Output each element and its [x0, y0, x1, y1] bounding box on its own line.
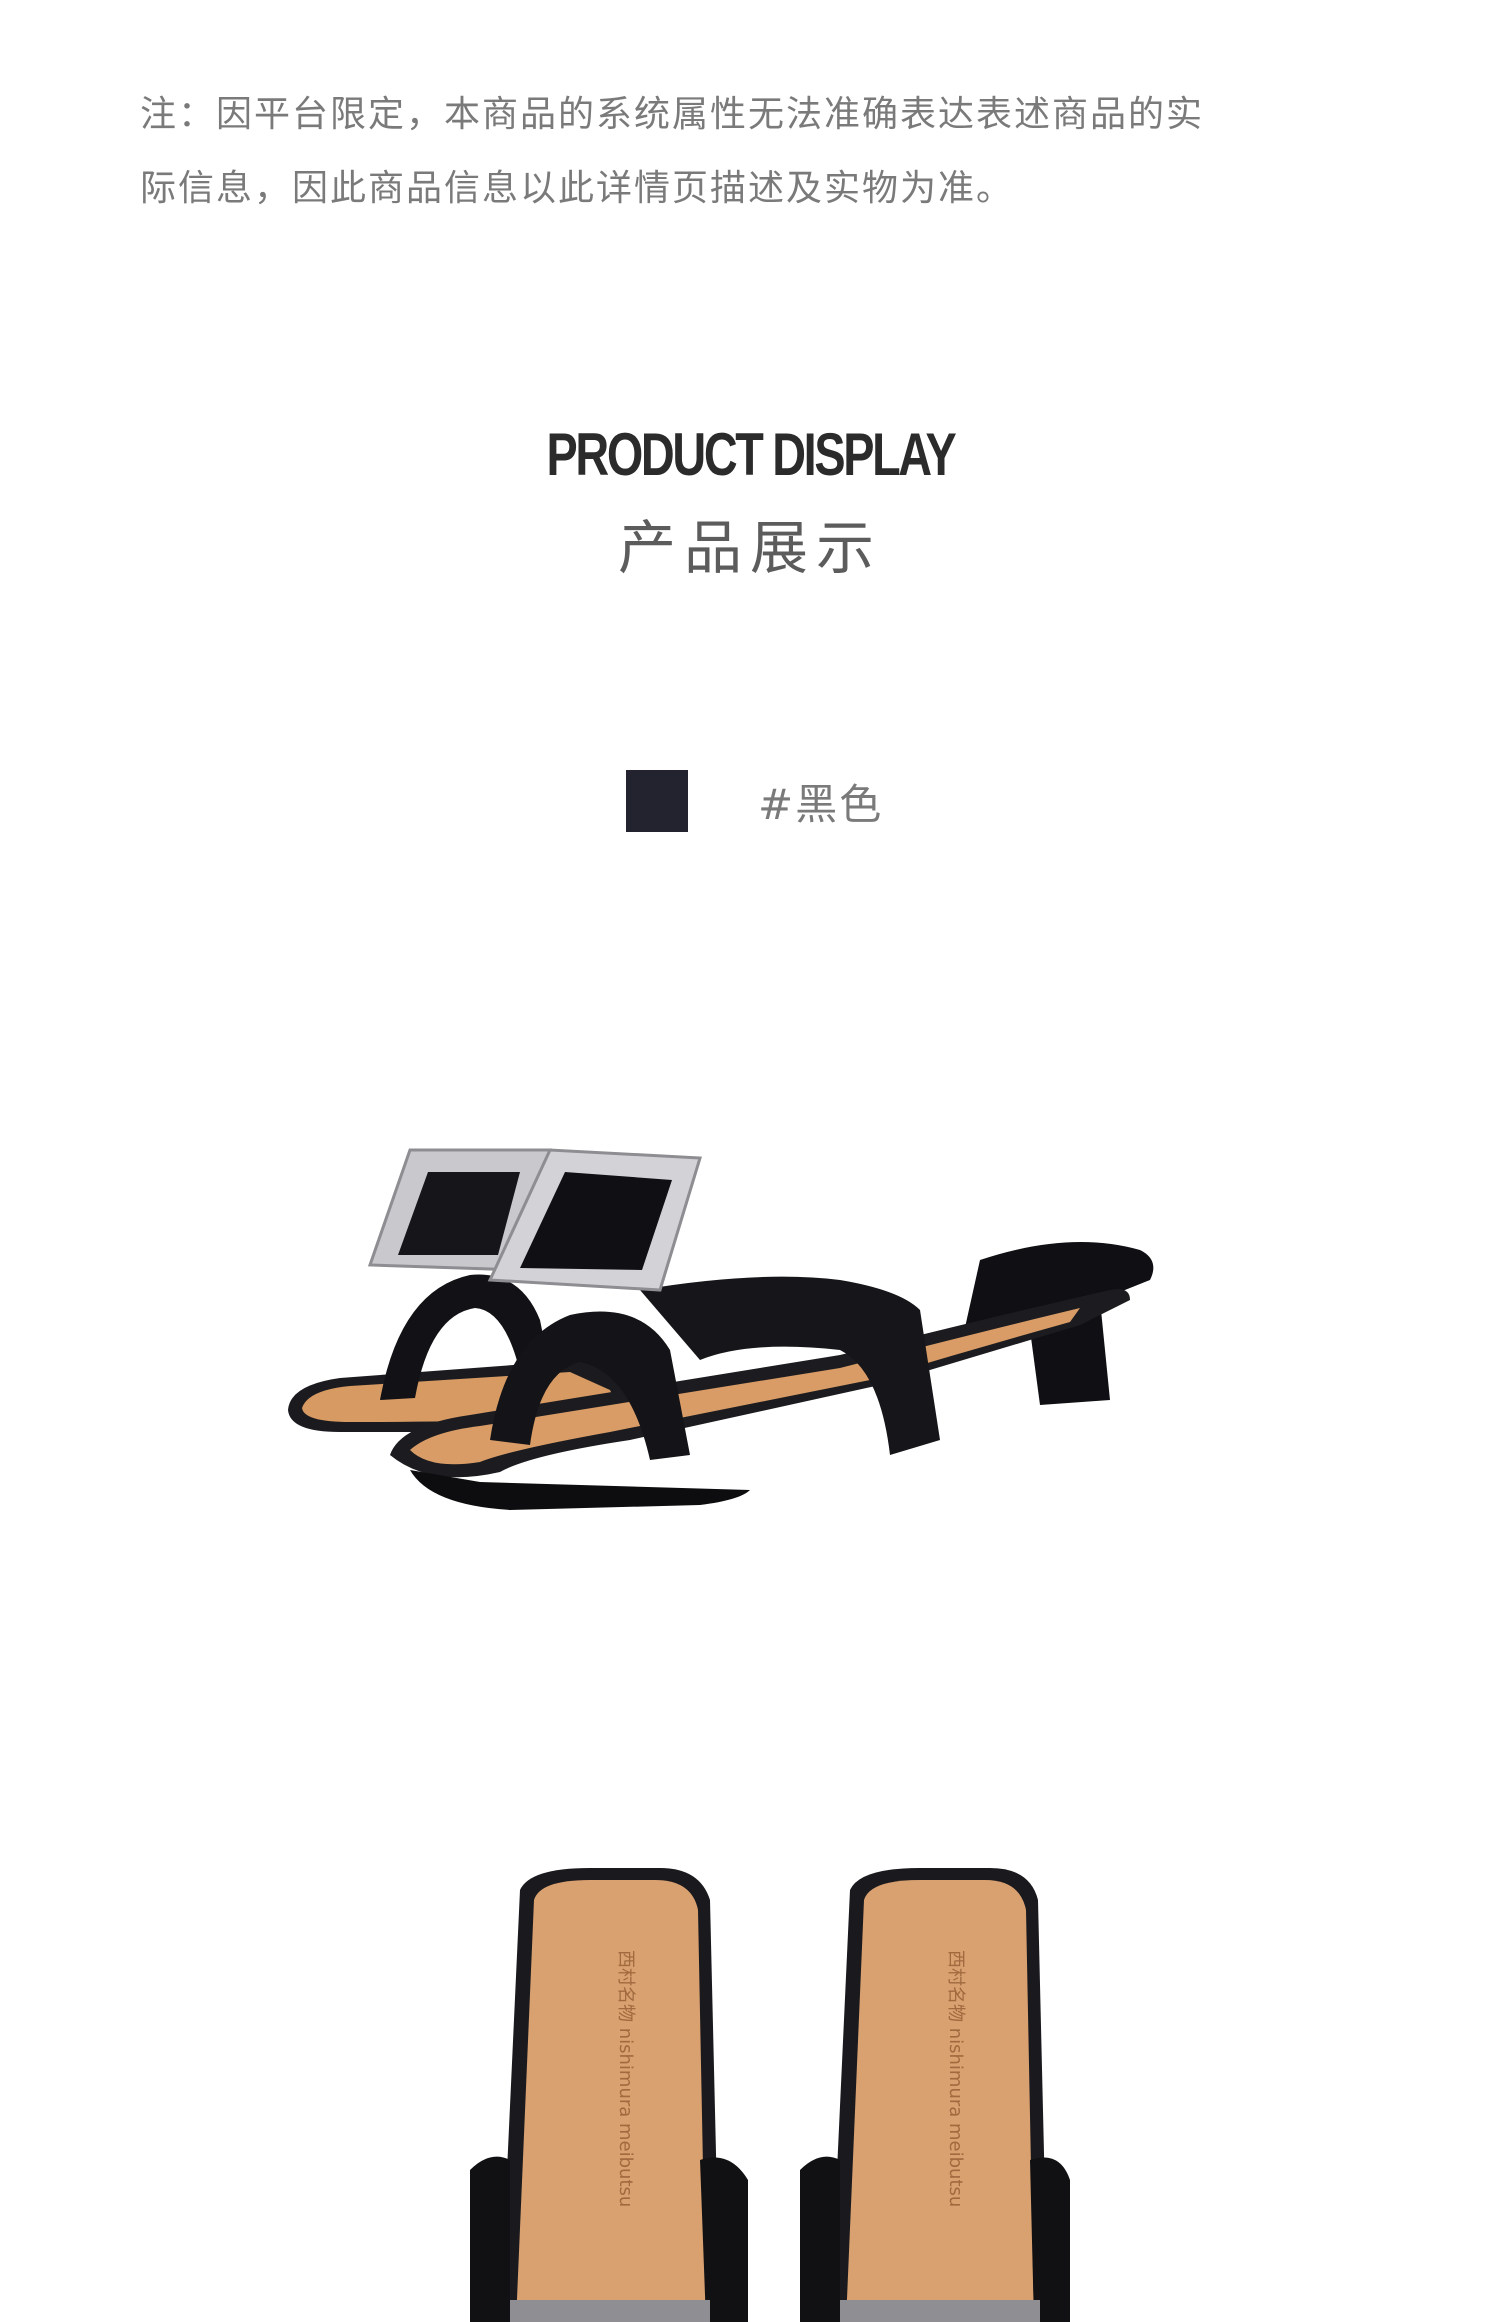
product-image-side — [288, 1148, 1154, 1510]
sandal-top-right: 西村名物 nishimura meibutsu — [800, 1868, 1070, 2322]
sandal-top-left: 西村名物 nishimura meibutsu — [470, 1868, 748, 2322]
insole-brand-text-right: 西村名物 nishimura meibutsu — [945, 1950, 966, 2207]
notice-line-1: 注：因平台限定，本商品的系统属性无法准确表达表述商品的实 — [140, 94, 1205, 135]
notice-text: 注：因平台限定，本商品的系统属性无法准确表达表述商品的实 际信息，因此商品信息以… — [140, 78, 1380, 226]
section-header: PRODUCT DISPLAY 产品展示 — [0, 420, 1500, 585]
color-swatch[interactable] — [626, 770, 688, 832]
color-option[interactable]: #黑色 — [626, 770, 883, 832]
product-image-top: 西村名物 nishimura meibutsu 西村名物 nishimura m… — [470, 1868, 1070, 2322]
section-title-en: PRODUCT DISPLAY — [546, 421, 956, 488]
notice-line-2: 际信息，因此商品信息以此详情页描述及实物为准。 — [140, 168, 1015, 209]
insole-brand-text-left: 西村名物 nishimura meibutsu — [615, 1950, 636, 2207]
color-label: #黑色 — [758, 779, 884, 829]
section-title-cn: 产品展示 — [617, 514, 882, 582]
